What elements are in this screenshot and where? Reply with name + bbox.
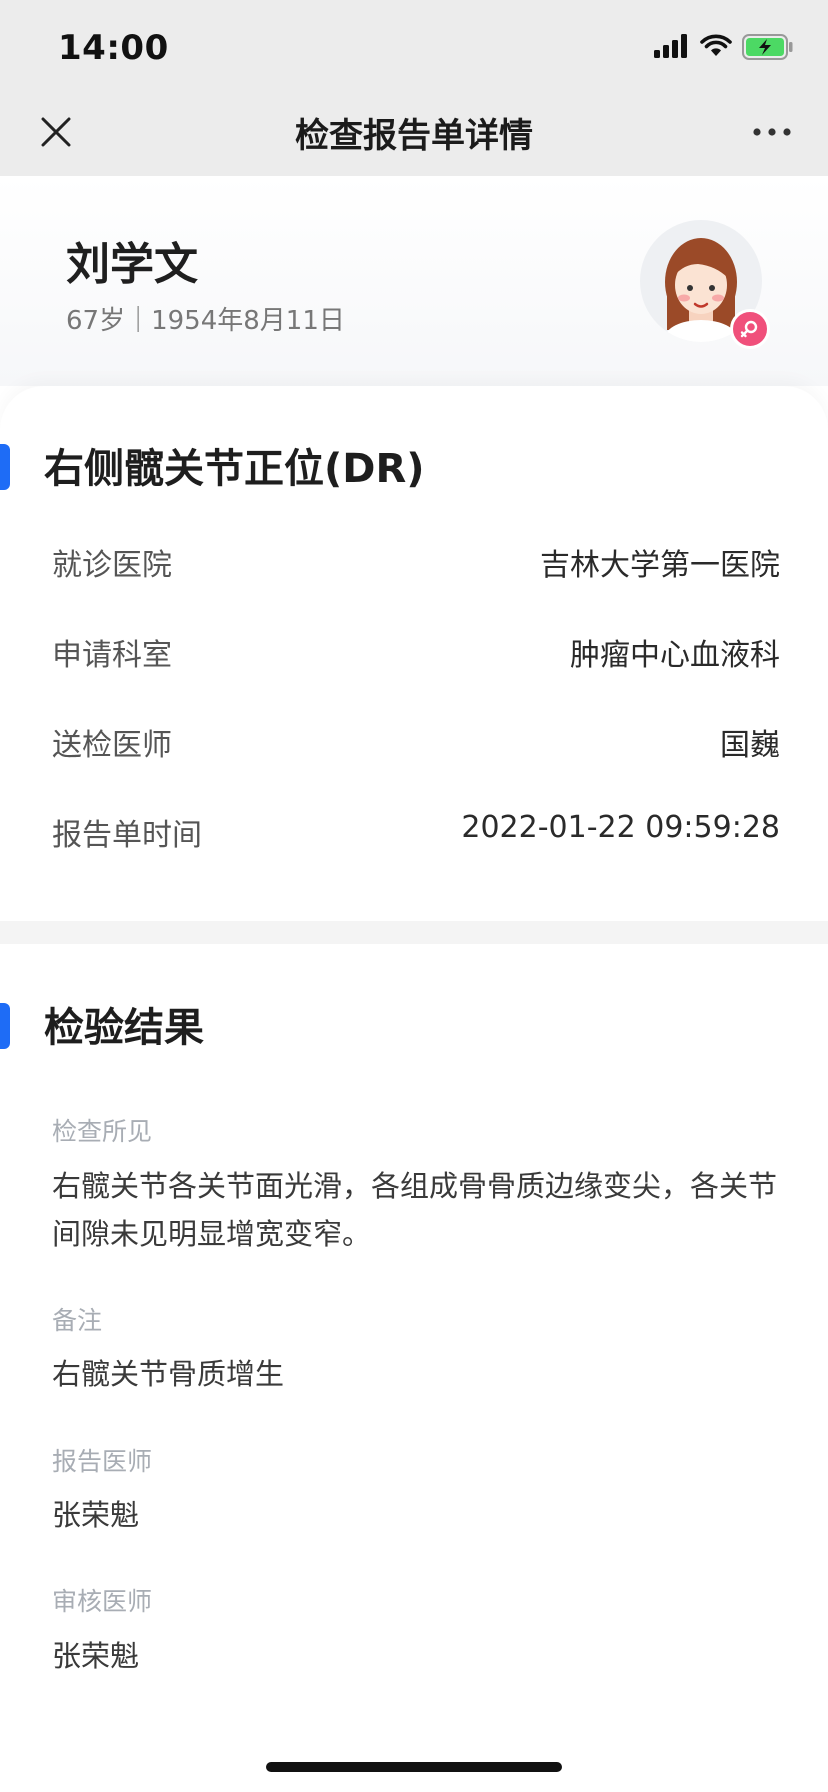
info-row-department: 申请科室 肿瘤中心血液科	[52, 630, 780, 673]
more-button[interactable]	[746, 106, 798, 158]
info-value: 国巍	[720, 728, 780, 763]
info-value: 肿瘤中心血液科	[570, 638, 780, 673]
result-section: 检验结果 检查所见 右髋关节各关节面光滑，各组成骨骨质边缘变尖，各关节间隙未见明…	[0, 944, 828, 1792]
section-divider	[0, 921, 828, 944]
field-value-review-doctor: 张荣魁	[52, 1639, 140, 1673]
info-label: 送检医师	[52, 728, 172, 763]
info-label: 就诊医院	[52, 548, 172, 583]
report-card: 右侧髋关节正位(DR) 就诊医院 吉林大学第一医院 申请科室 肿瘤中心血液科 送…	[0, 386, 828, 921]
info-label: 申请科室	[52, 638, 172, 673]
section-marker	[0, 444, 10, 490]
field-label-report-doctor: 报告医师	[52, 1447, 153, 1476]
result-title: 检验结果	[44, 1005, 204, 1051]
nav-bar: 检查报告单详情	[0, 92, 828, 176]
field-label-findings: 检查所见	[52, 1117, 153, 1146]
patient-info: 67岁｜1954年8月11日	[66, 306, 345, 336]
info-row-hospital: 就诊医院 吉林大学第一医院	[52, 540, 780, 583]
signal-icon	[654, 34, 687, 58]
field-label-remarks: 备注	[52, 1306, 103, 1335]
wifi-icon	[700, 34, 732, 56]
info-row-report-time: 报告单时间 2022-01-22 09:59:28	[52, 810, 780, 853]
more-icon	[753, 128, 791, 136]
info-value: 吉林大学第一医院	[540, 548, 780, 583]
status-time: 14:00	[58, 28, 169, 68]
battery-icon	[742, 34, 793, 60]
home-indicator[interactable]	[266, 1762, 562, 1772]
patient-header: 刘学文 67岁｜1954年8月11日	[0, 176, 828, 386]
report-title: 右侧髋关节正位(DR)	[44, 446, 425, 492]
status-icons	[654, 34, 794, 64]
page-title: 检查报告单详情	[295, 116, 533, 156]
field-value-remarks: 右髋关节骨质增生	[52, 1357, 285, 1391]
info-label: 报告单时间	[52, 818, 202, 853]
status-bar: 14:00	[0, 0, 828, 92]
section-marker	[0, 1003, 10, 1049]
field-value-findings: 右髋关节各关节面光滑，各组成骨骨质边缘变尖，各关节间隙未见明显增宽变窄。	[52, 1169, 778, 1251]
field-label-review-doctor: 审核医师	[52, 1587, 153, 1616]
female-badge-icon	[730, 309, 770, 349]
patient-name: 刘学文	[66, 239, 198, 290]
field-value-report-doctor: 张荣魁	[52, 1498, 140, 1532]
info-value: 2022-01-22 09:59:28	[461, 810, 780, 845]
info-row-doctor: 送检医师 国巍	[52, 720, 780, 763]
